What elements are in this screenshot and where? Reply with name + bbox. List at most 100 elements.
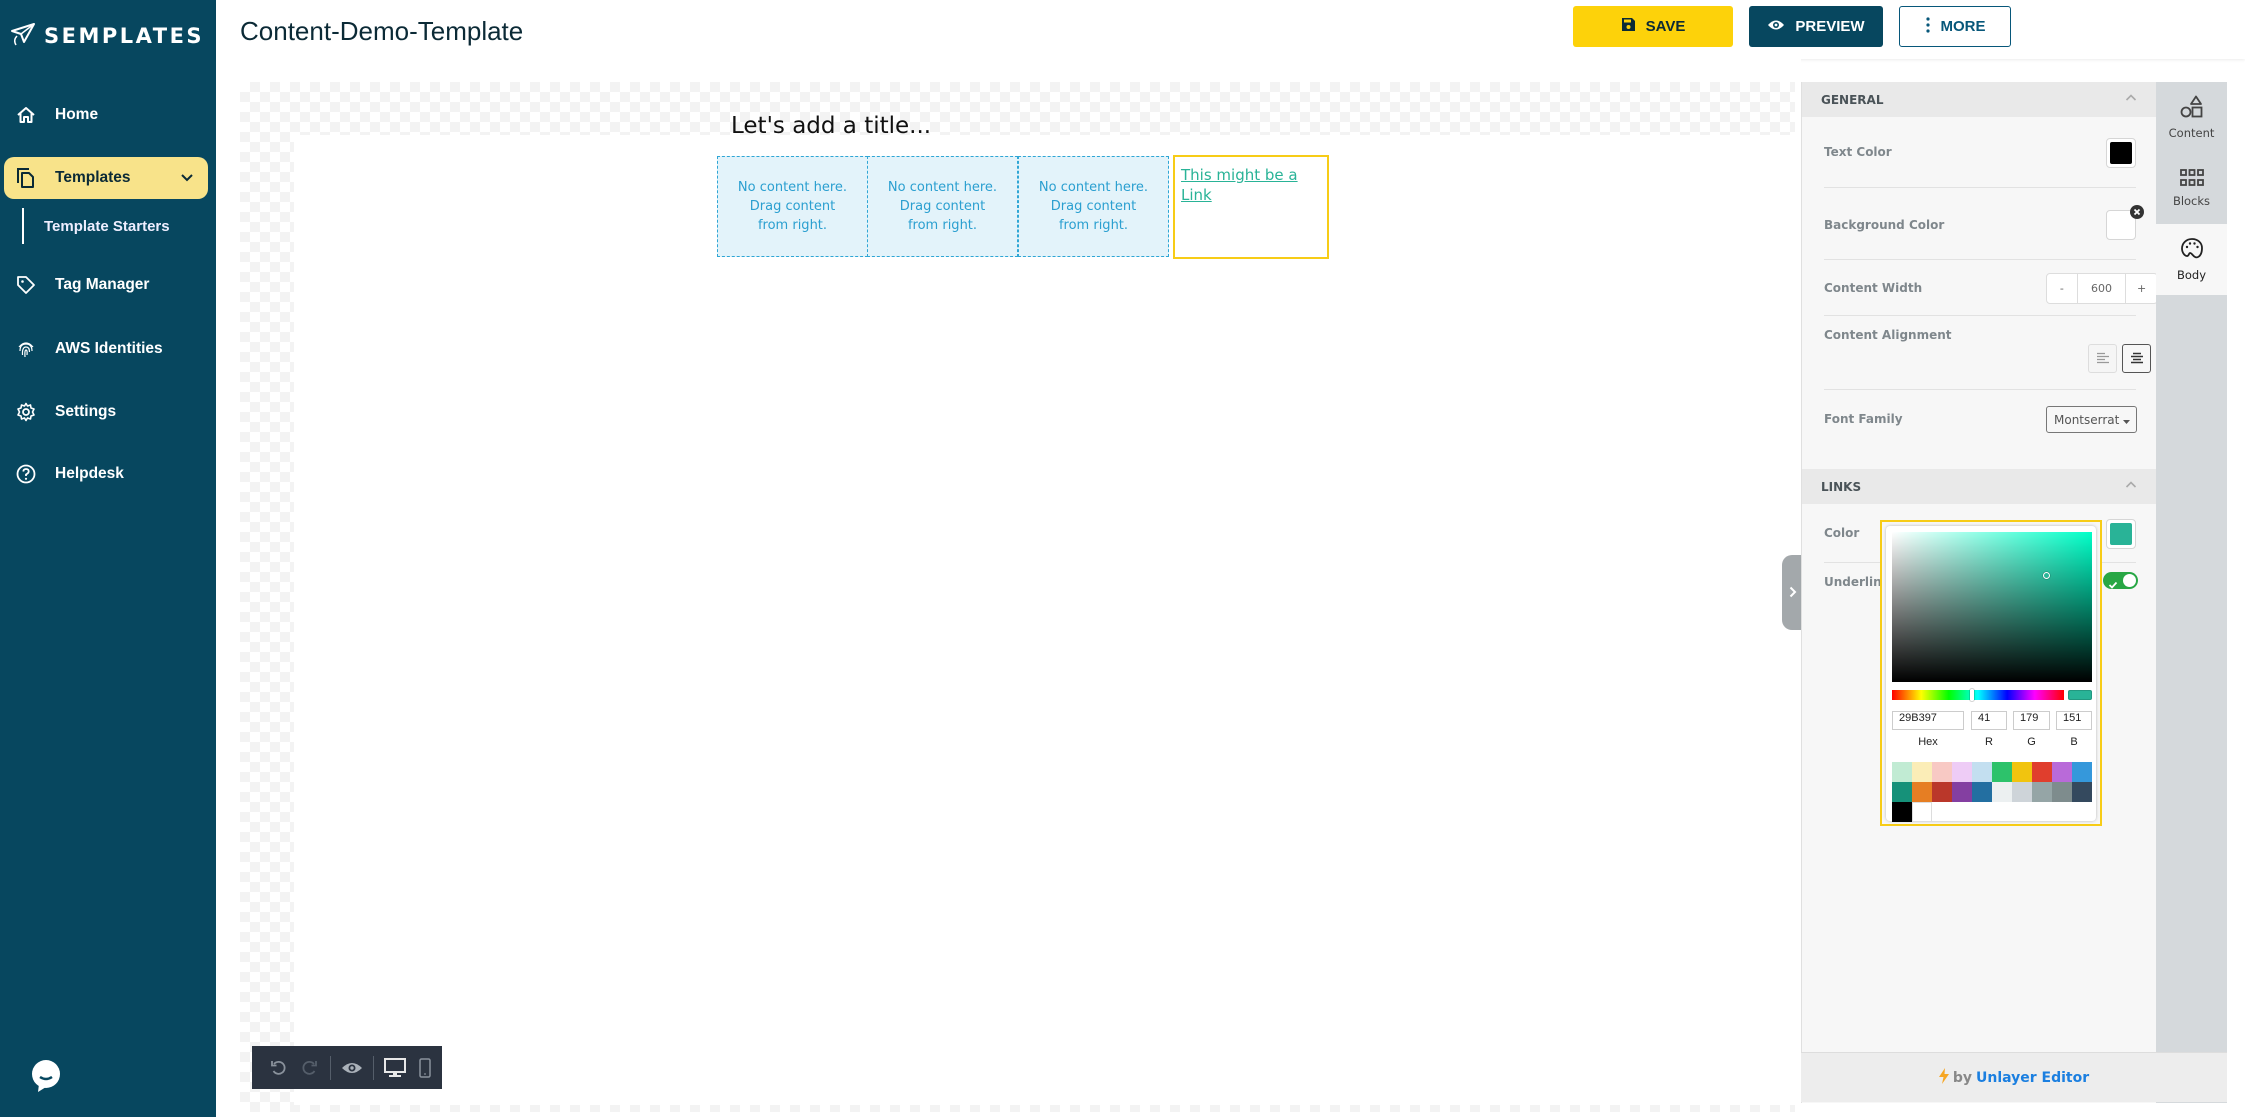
content-width-input[interactable]: 600	[2078, 274, 2127, 303]
text-color-fill	[2110, 142, 2132, 164]
link-color-label: Color	[1824, 526, 1860, 540]
increase-width-button[interactable]: +	[2126, 274, 2157, 303]
email-body	[294, 135, 1796, 1105]
blocks-grid-icon	[2179, 169, 2204, 190]
content-alignment-label: Content Alignment	[1824, 328, 1952, 342]
blue-input[interactable]: 151	[2056, 711, 2092, 730]
preset-swatch[interactable]	[1912, 802, 1932, 822]
tab-body[interactable]: Body	[2156, 224, 2227, 295]
preset-swatch[interactable]	[1952, 762, 1972, 782]
eye-icon[interactable]	[337, 1053, 367, 1083]
check-icon	[2108, 575, 2118, 594]
align-center-button[interactable]	[2122, 344, 2151, 373]
undo-icon[interactable]	[264, 1053, 294, 1083]
empty-column-text: Drag content	[899, 199, 986, 214]
section-general-header[interactable]: GENERAL	[1802, 82, 2157, 117]
background-color-row: Background Color	[1824, 188, 2144, 260]
preview-button[interactable]: PREVIEW	[1749, 6, 1883, 47]
preset-swatch[interactable]	[1912, 782, 1932, 802]
preset-swatch[interactable]	[1952, 782, 1972, 802]
preset-swatch[interactable]	[2012, 782, 2032, 802]
preset-swatch[interactable]	[1972, 782, 1992, 802]
eye-icon	[1767, 18, 1785, 35]
color-cursor[interactable]	[2043, 572, 2050, 579]
more-button-label: MORE	[1940, 18, 1986, 35]
preset-swatch[interactable]	[2052, 762, 2072, 782]
sidebar-item-home[interactable]: Home	[4, 94, 208, 136]
link-color-swatch[interactable]	[2106, 519, 2136, 549]
sidebar-item-tag-manager[interactable]: Tag Manager	[4, 264, 208, 306]
brand-name: SEMPLATES	[44, 24, 205, 48]
templates-icon	[15, 167, 37, 189]
preset-swatch[interactable]	[1972, 762, 1992, 782]
hue-slider[interactable]	[1892, 689, 2064, 701]
brand-logo[interactable]: SEMPLATES	[10, 22, 204, 50]
toolbar-divider	[373, 1055, 374, 1080]
clear-color-icon[interactable]	[2130, 204, 2144, 223]
caret-down-icon	[2123, 413, 2131, 427]
desktop-icon[interactable]	[380, 1053, 410, 1083]
mobile-icon[interactable]	[410, 1053, 440, 1083]
preset-swatch[interactable]	[1892, 762, 1912, 782]
empty-column-text: No content here.	[737, 180, 848, 195]
empty-column-text: from right.	[907, 218, 978, 233]
preset-swatch[interactable]	[2032, 782, 2052, 802]
empty-column-text: Drag content	[1050, 199, 1137, 214]
empty-column-text: from right.	[757, 218, 828, 233]
color-picker: 29B397 41 179 151 Hex R G B	[1886, 526, 2096, 822]
sidebar-item-settings[interactable]: Settings	[4, 391, 208, 433]
tab-label: Blocks	[2172, 194, 2211, 208]
tab-content[interactable]: Content	[2156, 82, 2227, 153]
sidebar-subitem-template-starters[interactable]: Template Starters	[22, 208, 170, 244]
align-left-icon	[2096, 349, 2110, 368]
text-color-swatch[interactable]	[2106, 138, 2136, 168]
green-input[interactable]: 179	[2013, 711, 2050, 730]
selected-link-block[interactable]: This might be a Link	[1173, 155, 1329, 259]
floppy-disk-icon	[1621, 17, 1636, 36]
background-color-fill	[2110, 214, 2132, 236]
red-input[interactable]: 41	[1971, 711, 2007, 730]
empty-column[interactable]: No content here. Drag content from right…	[1018, 156, 1169, 257]
preset-swatch[interactable]	[1932, 762, 1952, 782]
preview-button-label: PREVIEW	[1795, 18, 1865, 35]
kebab-menu-icon	[1925, 16, 1931, 37]
hue-slider-thumb[interactable]	[1970, 689, 1974, 701]
preset-swatch[interactable]	[1892, 802, 1912, 822]
section-links-header[interactable]: LINKS	[1802, 469, 2157, 504]
preset-swatch[interactable]	[1992, 782, 2012, 802]
unlayer-editor-link[interactable]: Unlayer Editor	[1976, 1070, 2089, 1086]
preset-swatch[interactable]	[1912, 762, 1932, 782]
more-button[interactable]: MORE	[1899, 6, 2011, 47]
empty-column[interactable]: No content here. Drag content from right…	[867, 156, 1018, 257]
text-color-label: Text Color	[1824, 145, 1892, 159]
chevron-down-icon[interactable]	[180, 169, 194, 188]
email-heading[interactable]: Let's add a title...	[731, 113, 931, 139]
color-preview	[2068, 690, 2092, 700]
redo-icon[interactable]	[294, 1053, 324, 1083]
preset-swatch[interactable]	[1932, 782, 1952, 802]
empty-column[interactable]: No content here. Drag content from right…	[717, 156, 868, 257]
sidebar: SEMPLATES Home Templates Template Starte…	[0, 0, 216, 1117]
hex-input[interactable]: 29B397	[1892, 711, 1964, 730]
content-width-stepper: - 600 +	[2046, 273, 2158, 304]
sidebar-item-aws-identities[interactable]: AWS Identities	[4, 328, 208, 370]
preset-swatch[interactable]	[2012, 762, 2032, 782]
preset-swatch[interactable]	[1992, 762, 2012, 782]
preset-swatch[interactable]	[2052, 782, 2072, 802]
decrease-width-button[interactable]: -	[2047, 274, 2078, 303]
save-button[interactable]: SAVE	[1573, 6, 1733, 47]
font-family-select[interactable]: Montserrat	[2046, 406, 2137, 433]
preset-swatch[interactable]	[2072, 782, 2092, 802]
email-link[interactable]: This might be a Link	[1181, 166, 1298, 204]
saturation-value-area[interactable]	[1892, 532, 2092, 682]
preset-swatch[interactable]	[1892, 782, 1912, 802]
sidebar-item-templates[interactable]: Templates	[4, 157, 208, 199]
chevron-right-icon	[1789, 583, 1797, 602]
chat-widget-icon[interactable]	[30, 1060, 62, 1098]
underline-toggle[interactable]	[2103, 572, 2138, 589]
sidebar-item-helpdesk[interactable]: Helpdesk	[4, 453, 208, 495]
preset-swatch[interactable]	[2032, 762, 2052, 782]
tab-blocks[interactable]: Blocks	[2156, 153, 2227, 224]
preset-swatch[interactable]	[2072, 762, 2092, 782]
align-left-button[interactable]	[2088, 344, 2117, 373]
